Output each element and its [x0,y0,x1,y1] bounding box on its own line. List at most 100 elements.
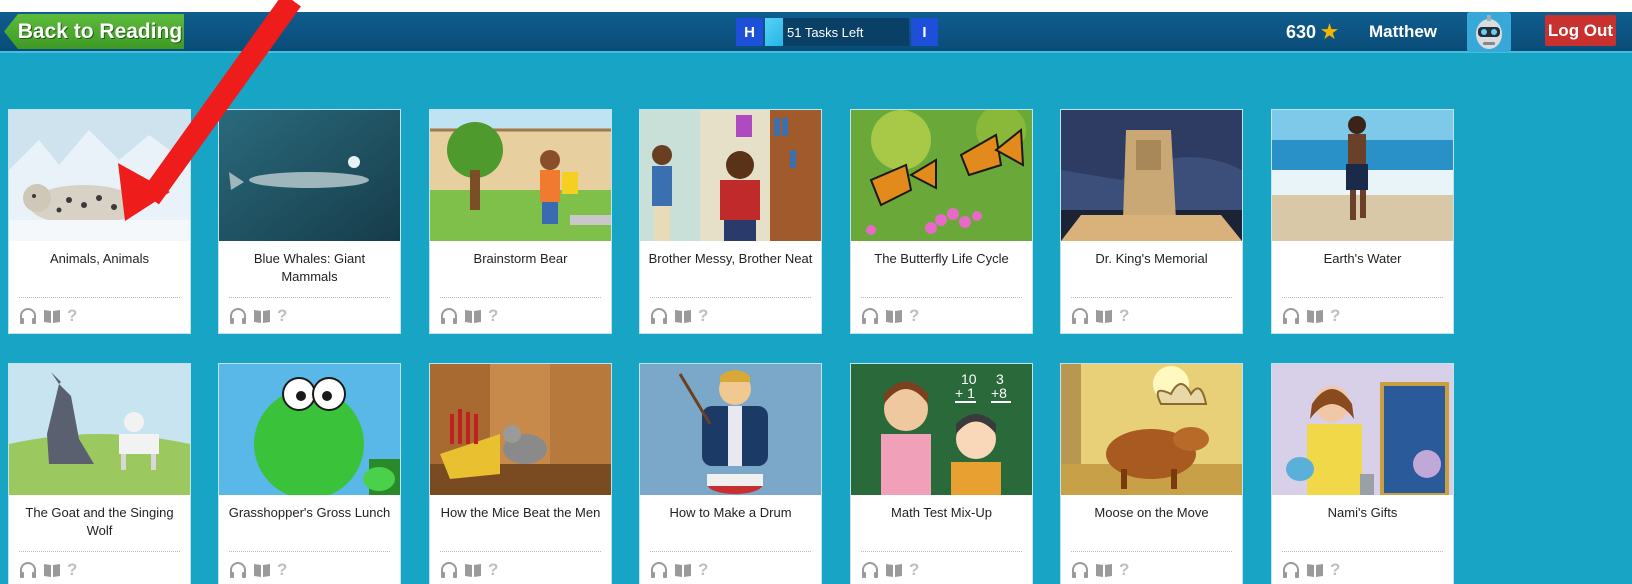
book-card[interactable]: Brainstorm Bear ? [429,109,612,334]
book-icon[interactable] [674,308,692,324]
headphones-icon[interactable] [1282,561,1300,578]
headphones-icon[interactable] [19,561,37,578]
book-cover-image[interactable] [640,364,821,495]
headphones-icon[interactable] [650,561,668,578]
book-title[interactable]: Blue Whales: Giant Mammals [219,241,400,297]
avatar[interactable] [1467,12,1511,52]
quiz-question-icon[interactable]: ? [488,306,498,326]
quiz-question-icon[interactable]: ? [909,306,919,326]
book-title[interactable]: The Goat and the Singing Wolf [9,495,190,551]
book-cover-image[interactable] [430,110,611,241]
back-to-reading-button[interactable]: Back to Reading [4,14,184,49]
quiz-question-icon[interactable]: ? [1119,306,1129,326]
book-title[interactable]: Brother Messy, Brother Neat [640,241,821,297]
book-activity-icons: ? [640,552,821,584]
headphones-icon[interactable] [1071,307,1089,324]
book-title[interactable]: Animals, Animals [9,241,190,297]
book-icon[interactable] [1306,308,1324,324]
book-card[interactable]: The Goat and the Singing Wolf ? [8,363,191,584]
book-cover-image[interactable] [640,110,821,241]
book-cover-image[interactable] [1061,364,1242,495]
book-card[interactable]: Blue Whales: Giant Mammals ? [218,109,401,334]
quiz-question-icon[interactable]: ? [698,560,708,580]
book-cover-image[interactable] [9,364,190,495]
book-icon[interactable] [464,562,482,578]
headphones-icon[interactable] [440,307,458,324]
quiz-question-icon[interactable]: ? [277,560,287,580]
book-cover-image[interactable] [1061,110,1242,241]
book-cover-image[interactable] [1272,364,1453,495]
quiz-question-icon[interactable]: ? [909,560,919,580]
book-icon[interactable] [1095,308,1113,324]
book-activity-icons: ? [9,552,190,584]
tasks-bar: 51 Tasks Left [765,18,909,46]
book-activity-icons: ? [851,298,1032,333]
book-activity-icons: ? [640,298,821,333]
book-cover-image[interactable] [430,364,611,495]
quiz-question-icon[interactable]: ? [698,306,708,326]
book-title[interactable]: Earth's Water [1272,241,1453,297]
book-icon[interactable] [43,308,61,324]
log-out-button[interactable]: Log Out [1545,15,1616,46]
quiz-question-icon[interactable]: ? [1330,306,1340,326]
book-title[interactable]: Moose on the Move [1061,495,1242,551]
quiz-question-icon[interactable]: ? [67,560,77,580]
book-icon[interactable] [1095,562,1113,578]
book-card[interactable]: Brother Messy, Brother Neat ? [639,109,822,334]
book-title[interactable]: Nami's Gifts [1272,495,1453,551]
book-cover-image[interactable] [851,110,1032,241]
book-title[interactable]: Brainstorm Bear [430,241,611,297]
book-card[interactable]: How the Mice Beat the Men ? [429,363,612,584]
book-title[interactable]: How the Mice Beat the Men [430,495,611,551]
svg-text:+ 1: + 1 [955,385,975,401]
quiz-question-icon[interactable]: ? [1330,560,1340,580]
book-card[interactable]: 10 3 + 1 +8 Math Test Mix-Up ? [850,363,1033,584]
headphones-icon[interactable] [229,561,247,578]
headphones-icon[interactable] [1282,307,1300,324]
book-cover-image[interactable]: 10 3+ 1 +8 [851,364,1032,495]
book-icon[interactable] [1306,562,1324,578]
book-cover-image[interactable] [9,110,190,241]
book-icon[interactable] [464,308,482,324]
svg-text:+8: +8 [991,385,1007,401]
book-icon[interactable] [43,562,61,578]
headphones-icon[interactable] [650,307,668,324]
headphones-icon[interactable] [229,307,247,324]
book-cover-image[interactable] [1272,110,1453,241]
quiz-question-icon[interactable]: ? [277,306,287,326]
book-card[interactable]: Grasshopper's Gross Lunch ? [218,363,401,584]
headphones-icon[interactable] [1071,561,1089,578]
book-title[interactable]: Math Test Mix-Up [851,495,1032,551]
book-icon[interactable] [253,308,271,324]
book-title[interactable]: The Butterfly Life Cycle [851,241,1032,297]
book-card[interactable]: Animals, Animals ? [8,109,191,334]
headphones-icon[interactable] [19,307,37,324]
headphones-icon[interactable] [861,561,879,578]
points-display: 630 ★ [1286,21,1338,44]
book-title[interactable]: Grasshopper's Gross Lunch [219,495,400,551]
book-cover-image[interactable] [219,364,400,495]
book-title[interactable]: Dr. King's Memorial [1061,241,1242,297]
book-card[interactable]: Dr. King's Memorial ? [1060,109,1243,334]
book-card[interactable]: Nami's Gifts ? [1271,363,1454,584]
quiz-question-icon[interactable]: ? [67,306,77,326]
level-i-badge[interactable]: I [911,18,938,46]
book-activity-icons: ? [430,298,611,333]
book-activity-icons: ? [1061,298,1242,333]
book-icon[interactable] [674,562,692,578]
level-h-badge[interactable]: H [736,18,763,46]
book-icon[interactable] [885,308,903,324]
book-card[interactable]: How to Make a Drum ? [639,363,822,584]
quiz-question-icon[interactable]: ? [1119,560,1129,580]
quiz-question-icon[interactable]: ? [488,560,498,580]
book-card[interactable]: Moose on the Move ? [1060,363,1243,584]
book-icon[interactable] [253,562,271,578]
tasks-progress-fill [765,18,783,46]
book-cover-image[interactable] [219,110,400,241]
book-icon[interactable] [885,562,903,578]
headphones-icon[interactable] [440,561,458,578]
book-title[interactable]: How to Make a Drum [640,495,821,551]
headphones-icon[interactable] [861,307,879,324]
book-card[interactable]: The Butterfly Life Cycle ? [850,109,1033,334]
book-card[interactable]: Earth's Water ? [1271,109,1454,334]
